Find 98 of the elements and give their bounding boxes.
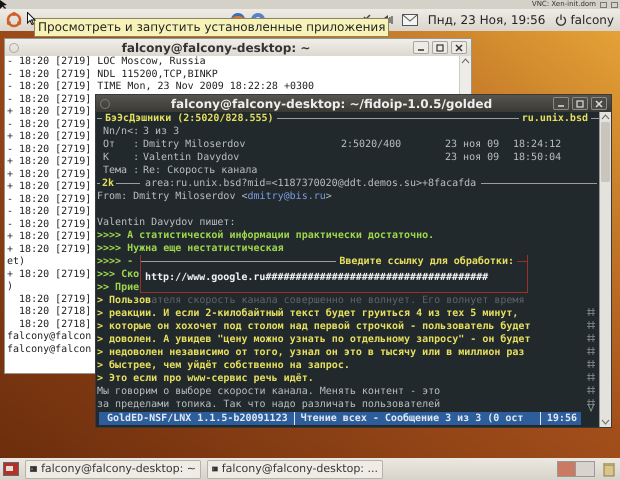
header-label: Тема : bbox=[103, 164, 140, 177]
header-time: 18:24:12 bbox=[513, 138, 562, 151]
terminal-line: - 18:20 [2719] bbox=[7, 218, 92, 231]
scroll-up-icon[interactable] bbox=[600, 112, 611, 122]
url-input[interactable]: http://www.google.ru##################################### bbox=[145, 271, 488, 284]
window-title: falcony@falcony-desktop: ~/fidoip-1.0.5/golded bbox=[170, 96, 494, 112]
vnc-minimize-icon[interactable] bbox=[600, 2, 607, 8]
dialog-title: Введите ссылку для обработки: bbox=[338, 255, 515, 268]
terminal-line: falcony@falcon bbox=[7, 344, 92, 356]
scroll-up-icon[interactable] bbox=[460, 56, 471, 66]
message-line: >> Прие bbox=[97, 281, 140, 294]
logo-icon[interactable] bbox=[6, 12, 22, 28]
header-label: От : bbox=[103, 138, 140, 151]
maximize-icon bbox=[576, 100, 584, 108]
taskbar-button[interactable]: falcony@falcony-desktop: ... bbox=[207, 460, 383, 478]
terminal-line: falcony@falcon bbox=[7, 331, 92, 344]
area-name: БэЭсДэшники (2:5020/828.555) bbox=[104, 112, 275, 125]
maximize-button[interactable] bbox=[572, 97, 588, 110]
header-value: Re: Скорость канала bbox=[143, 164, 258, 177]
power-icon[interactable] bbox=[555, 14, 568, 26]
header-time: 18:50:04 bbox=[513, 151, 562, 164]
email-link[interactable]: dmitry@bis.ru bbox=[248, 191, 326, 202]
window-menu-icon[interactable] bbox=[100, 98, 110, 108]
scroll-down-icon[interactable] bbox=[600, 417, 611, 427]
scroll-thumb[interactable] bbox=[601, 122, 610, 182]
show-desktop-icon[interactable] bbox=[3, 462, 19, 476]
close-icon bbox=[595, 100, 603, 108]
mail-icon[interactable] bbox=[402, 14, 418, 26]
terminal-line: 18:20 [2718] bbox=[18, 318, 92, 331]
message-line: >>>> - bbox=[97, 255, 134, 268]
header-value: 3 из 3 bbox=[143, 125, 180, 138]
kludge-line: area:ru.unix.bsd?mid=<1187370020@ddt.demos.su>+8facafda bbox=[144, 177, 478, 190]
minimize-button[interactable] bbox=[413, 41, 429, 54]
terminal-line: - 18:20 [2719] TIME Mon, 23 Nov 2009 18:22:28 +0300 bbox=[7, 81, 314, 94]
maximize-icon bbox=[436, 44, 444, 52]
maximize-button[interactable] bbox=[432, 41, 448, 54]
message-line: за пределами топика. Так что надо различать пользователей bbox=[97, 398, 440, 411]
status-text: 19:56 bbox=[540, 412, 581, 425]
terminal-line: + 18:20 [2719] bbox=[7, 244, 92, 256]
message-line: > Это если про www-сервис речь идёт. bbox=[97, 372, 314, 385]
terminal-line: 18:20 [2718] bbox=[18, 306, 92, 318]
tooltip: Просмотреть и запустить установленные приложения bbox=[34, 18, 390, 37]
terminal-line: + 18:20 [2719] bbox=[7, 181, 92, 194]
message-line: ателя скорость канала совершенно не волнует. Его волнует время bbox=[151, 294, 524, 307]
terminal-line: + 18:20 [2719] bbox=[7, 168, 92, 181]
terminal-line: et) bbox=[7, 256, 26, 268]
clock[interactable]: Пнд, 23 Ноя, 19:56 bbox=[428, 11, 546, 29]
status-text: GoldED-NSF/LNX 1.1.5-b20091123 bbox=[99, 412, 295, 425]
vnc-close-icon[interactable] bbox=[611, 2, 618, 8]
header-value: Valentin Davydov bbox=[143, 151, 240, 164]
taskbar-button[interactable]: falcony@falcony-desktop: ~ bbox=[25, 460, 201, 478]
terminal-line: - 18:20 [2719] bbox=[7, 144, 92, 156]
header-date: 23 ноя 09 bbox=[445, 138, 500, 151]
cursor-icon bbox=[27, 12, 36, 25]
terminal-line: - 18:20 [2719] LOC Moscow, Russia bbox=[7, 56, 206, 68]
header-date: 23 ноя 09 bbox=[445, 151, 500, 164]
message-line: > реакции. И если 2-килобайтный текст будет груиться 4 из тех 5 минут, bbox=[97, 307, 518, 320]
terminal-icon bbox=[30, 463, 38, 475]
from-line: From: Dmitry Miloserdov <dmitry@bis.ru> bbox=[97, 190, 332, 203]
message-line: > доволен. А увидев "цену можно узнать по отдельному запросу" - он будет bbox=[97, 333, 530, 346]
message-line: > быстрее, чем уйдёт собственно на запрос. bbox=[97, 359, 350, 372]
terminal-line: + 18:20 [2719] bbox=[7, 131, 92, 144]
terminal-line: + 18:20 [2719] bbox=[7, 231, 92, 244]
echo-name: ru.unix.bsd bbox=[520, 112, 589, 125]
terminal-line: - 18:20 [2719] bbox=[7, 118, 92, 131]
terminal-line: - 18:20 [2719] NDL 115200,TCP,BINKP bbox=[7, 68, 218, 81]
close-button[interactable] bbox=[451, 41, 467, 54]
close-button[interactable] bbox=[591, 97, 607, 110]
message-line: > Пользов bbox=[97, 294, 152, 307]
header-address: 2:5020/400 bbox=[341, 139, 402, 150]
size-label: 2k bbox=[101, 177, 116, 190]
terminal-line: + 18:20 [2719] bbox=[7, 106, 92, 118]
message-line: Мы говорим о выборе скорости канала. Менять контент - это bbox=[97, 385, 440, 398]
cursor-icon bbox=[0, 0, 9, 9]
message-line: >>>> А статистической информации практически достаточно. bbox=[97, 229, 434, 242]
header-value: Dmitry Miloserdov bbox=[143, 138, 246, 151]
message-line: >>>> Нужна еще нестатистическая bbox=[97, 242, 284, 255]
minimize-button[interactable] bbox=[553, 97, 569, 110]
terminal-line: 18:20 [2719] bbox=[18, 294, 92, 306]
window-title: falcony@falcony-desktop: ~ bbox=[120, 40, 312, 56]
terminal-line: ) bbox=[7, 281, 14, 294]
message-line: > которые он хохочет под столом над первой строчкой - пользователь будет bbox=[97, 320, 530, 333]
user-name[interactable]: falcony bbox=[570, 11, 614, 29]
terminal-line: + 18:20 [2719] bbox=[7, 268, 92, 281]
status-text: Чтение всех - Сообщение 3 из 3 (0 ост bbox=[300, 412, 524, 425]
message-line: Valentin Davydov пишет: bbox=[97, 216, 236, 229]
terminal-line: - 18:20 [2719] bbox=[7, 94, 92, 106]
scrollbar[interactable] bbox=[599, 112, 611, 427]
terminal-line: - 18:20 [2719] bbox=[7, 206, 92, 218]
close-icon bbox=[455, 44, 463, 52]
terminal-line: + 18:20 [2719] bbox=[7, 156, 92, 168]
trash-icon[interactable] bbox=[601, 461, 617, 477]
header-label: К : bbox=[103, 151, 140, 164]
message-line: > недоволен независимо от того, узнал он это в тысячу или в миллион раз bbox=[97, 346, 524, 359]
header-label: Nn/n<: bbox=[103, 125, 140, 138]
workspace-switcher[interactable] bbox=[557, 461, 595, 477]
terminal-line: - 18:20 [2719] bbox=[7, 194, 92, 206]
message-line: >>> Ско bbox=[97, 268, 140, 281]
